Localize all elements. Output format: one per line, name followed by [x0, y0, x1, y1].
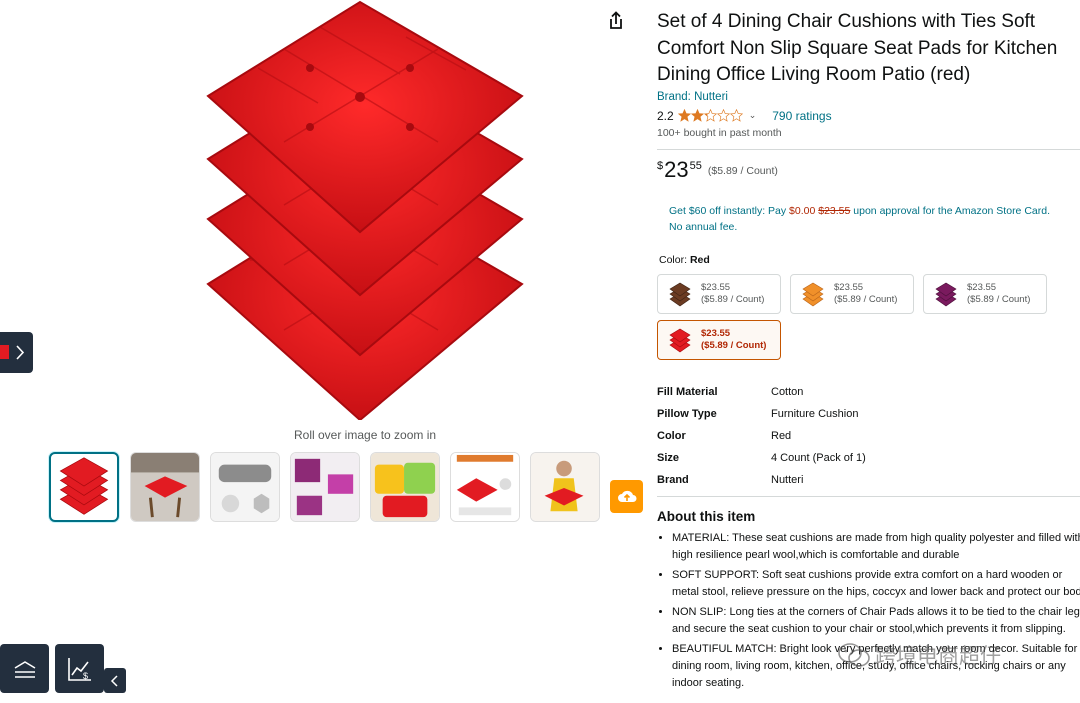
- star-icon: [690, 109, 704, 122]
- spec-key: Pillow Type: [657, 408, 717, 421]
- product-title-line-2: Comfort Non Slip Square Seat Pads for Ki…: [657, 37, 1058, 59]
- rating-value: 2.2: [657, 108, 674, 123]
- price-dollars: 23: [664, 156, 689, 182]
- upload-button[interactable]: [610, 480, 643, 513]
- promo-original-amount: $23.55: [818, 204, 851, 217]
- star-half-icon: [703, 109, 717, 122]
- collapse-button[interactable]: [104, 668, 126, 693]
- about-bullets: MATERIAL: These seat cushions are made f…: [657, 530, 1080, 692]
- rating-row: 2.2 ⌄ 790 ratings: [657, 107, 1080, 125]
- promo-text-2: upon approval for the Amazon Store Card.: [850, 204, 1050, 217]
- swatch-brown[interactable]: $23.55 ($5.89 / Count): [657, 273, 781, 314]
- spec-value: Furniture Cushion: [771, 408, 859, 421]
- swatch-thumbnail: [935, 282, 957, 306]
- about-heading: About this item: [657, 509, 756, 525]
- share-button[interactable]: [605, 10, 627, 32]
- zoom-hint: Roll over image to zoom in: [294, 428, 437, 442]
- color-swatches: $23.55 ($5.89 / Count) $23.55 ($5.89 / Cou…: [657, 273, 1080, 370]
- promo-annual-fee: No annual fee.: [669, 221, 738, 233]
- about-bullet: NON SLIP: Long ties at the corners of Ch…: [672, 604, 1080, 638]
- cloud-upload-icon: [617, 490, 636, 502]
- about-bullet: MATERIAL: These seat cushions are made f…: [672, 530, 1080, 564]
- spec-value: 4 Count (Pack of 1): [771, 451, 866, 464]
- spec-key: Size: [657, 451, 680, 464]
- product-info: Set of 4 Dining Chair Cushions with Ties…: [657, 0, 1080, 695]
- brand-link[interactable]: Brand: Nutteri: [657, 91, 728, 103]
- price: $ 23 55 ($5.89 / Count): [657, 156, 1080, 183]
- price-cents: 55: [689, 159, 702, 172]
- product-title-line-3: Dining Office Living Room Patio (red): [657, 64, 971, 85]
- star-empty-icon: [729, 109, 743, 122]
- chevron-left-icon: [110, 674, 118, 687]
- price-per-unit: ($5.89 / Count): [707, 164, 778, 177]
- swatch-red[interactable]: $23.55 ($5.89 / Count): [657, 319, 781, 360]
- store-card-promo[interactable]: Get $60 off instantly: Pay $0.00 $23.55 …: [669, 203, 1079, 236]
- promo-pay-amount: $0.00: [789, 204, 816, 217]
- thumbnail-3[interactable]: [210, 452, 280, 522]
- divider: [657, 148, 1080, 150]
- star-rating[interactable]: [677, 109, 743, 122]
- spec-row: Fill Material Cotton: [657, 382, 1080, 404]
- selected-color: Red: [689, 253, 710, 266]
- chart-icon: $: [67, 657, 91, 681]
- spec-value: Nutteri: [771, 473, 804, 486]
- ratings-count-link[interactable]: 790 ratings: [772, 109, 831, 123]
- spec-key: Color: [657, 429, 686, 442]
- price-chart-button[interactable]: $: [55, 644, 104, 693]
- color-label: Color: Red: [659, 253, 710, 266]
- spec-key: Fill Material: [657, 386, 718, 399]
- promo-text: Get $60 off instantly: Pay: [669, 204, 790, 217]
- thumbnail-7[interactable]: [530, 452, 600, 522]
- spec-row: Size 4 Count (Pack of 1): [657, 447, 1080, 469]
- divider: [657, 496, 1080, 498]
- menu-button[interactable]: [0, 644, 49, 693]
- swatch-purple[interactable]: $23.55 ($5.89 / Count): [923, 273, 1047, 314]
- svg-text:$: $: [83, 671, 88, 681]
- star-icon: [677, 109, 691, 122]
- star-empty-icon: [716, 109, 730, 122]
- spec-key: Brand: [657, 473, 689, 486]
- spec-row: Brand Nutteri: [657, 469, 1080, 491]
- thumbnail-2[interactable]: [130, 452, 200, 522]
- spec-value: Cotton: [771, 386, 804, 399]
- spec-value: Red: [771, 429, 792, 442]
- side-drawer-tab[interactable]: [0, 332, 33, 373]
- thumbnail-6[interactable]: [450, 452, 520, 522]
- chevron-down-icon[interactable]: ⌄: [749, 110, 757, 121]
- about-bullet: BEAUTIFUL MATCH: Bright look very perfec…: [672, 641, 1080, 692]
- about-bullet: SOFT SUPPORT: Soft seat cushions provide…: [672, 567, 1080, 601]
- main-product-image[interactable]: [200, 0, 530, 422]
- product-specs: Fill Material Cotton Pillow Type Furniture…: [657, 382, 1080, 491]
- thumbnail-5[interactable]: [370, 452, 440, 522]
- swatch-orange[interactable]: $23.55 ($5.89 / Count): [790, 273, 914, 314]
- thumbnail-1[interactable]: [49, 452, 119, 522]
- cushion-stack: [206, 0, 524, 422]
- swatch-thumbnail: [669, 328, 691, 352]
- swatch-thumbnail: [802, 282, 824, 306]
- chevron-right-icon: [16, 345, 25, 360]
- bought-past-month: 100+ bought in past month: [657, 126, 782, 139]
- product-title-line-1: Set of 4 Dining Chair Cushions with Ties…: [657, 11, 1036, 32]
- thumbnail-4[interactable]: [290, 452, 360, 522]
- mini-product-icon: [0, 345, 9, 359]
- share-icon: [610, 11, 622, 29]
- swatch-thumbnail: [669, 282, 691, 306]
- spec-row: Color Red: [657, 425, 1080, 447]
- price-currency: $: [657, 159, 664, 172]
- spec-row: Pillow Type Furniture Cushion: [657, 403, 1080, 425]
- product-title: Set of 4 Dining Chair Cushions with Ties…: [657, 9, 1080, 89]
- menu-icon: [14, 660, 35, 678]
